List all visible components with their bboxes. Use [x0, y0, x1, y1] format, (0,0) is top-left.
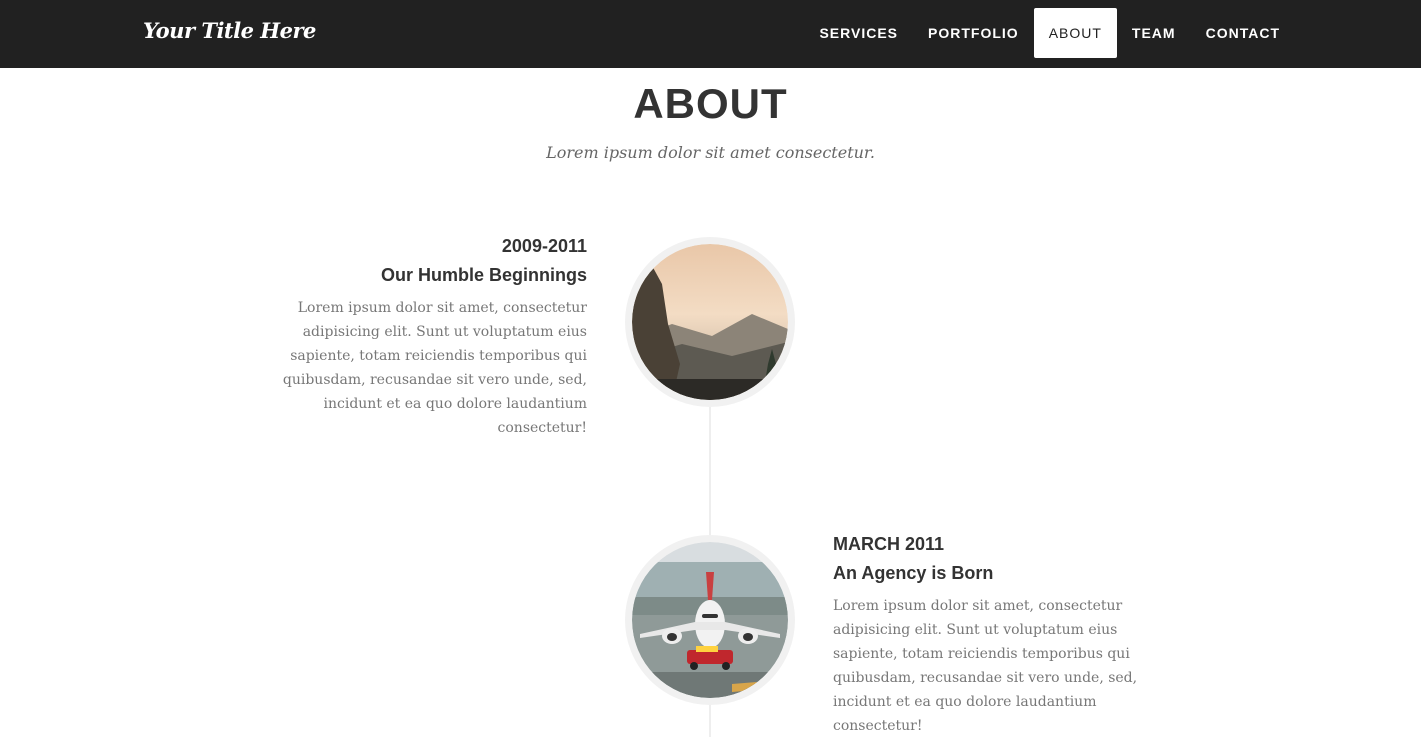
timeline-image-airplane [625, 535, 795, 705]
timeline-body: Lorem ipsum dolor sit amet, consectetur … [282, 300, 587, 436]
section-title: ABOUT [633, 80, 788, 127]
nav-item-about[interactable]: ABOUT [1033, 8, 1117, 58]
timeline-title: An Agency is Born [833, 563, 994, 583]
nav-menu: SERVICES PORTFOLIO ABOUT TEAM CONTACT [804, 8, 1295, 58]
nav-item-contact[interactable]: CONTACT [1191, 8, 1295, 58]
timeline-title: Our Humble Beginnings [380, 265, 587, 285]
navbar: Your Title Here SERVICES PORTFOLIO ABOUT… [0, 0, 1421, 68]
timeline-date: 2009-2011 [501, 236, 587, 256]
nav-item-team[interactable]: TEAM [1117, 8, 1191, 58]
brand-logo[interactable]: Your Title Here [143, 18, 316, 43]
timeline-panel-2: MARCH 2011 An Agency is Born Lorem ipsum… [833, 530, 1185, 737]
airplane-photo [632, 542, 788, 698]
mountain-sunset-photo [632, 244, 788, 400]
nav-item-portfolio[interactable]: PORTFOLIO [913, 8, 1034, 58]
timeline-date: MARCH 2011 [833, 534, 945, 554]
section-subtitle: Lorem ipsum dolor sit amet consectetur. [546, 143, 875, 162]
timeline-panel-1: 2009-2011 Our Humble Beginnings Lorem ip… [235, 232, 587, 440]
timeline-body: Lorem ipsum dolor sit amet, consectetur … [833, 598, 1138, 734]
nav-item-services[interactable]: SERVICES [804, 8, 913, 58]
timeline-image-mountain [625, 237, 795, 407]
